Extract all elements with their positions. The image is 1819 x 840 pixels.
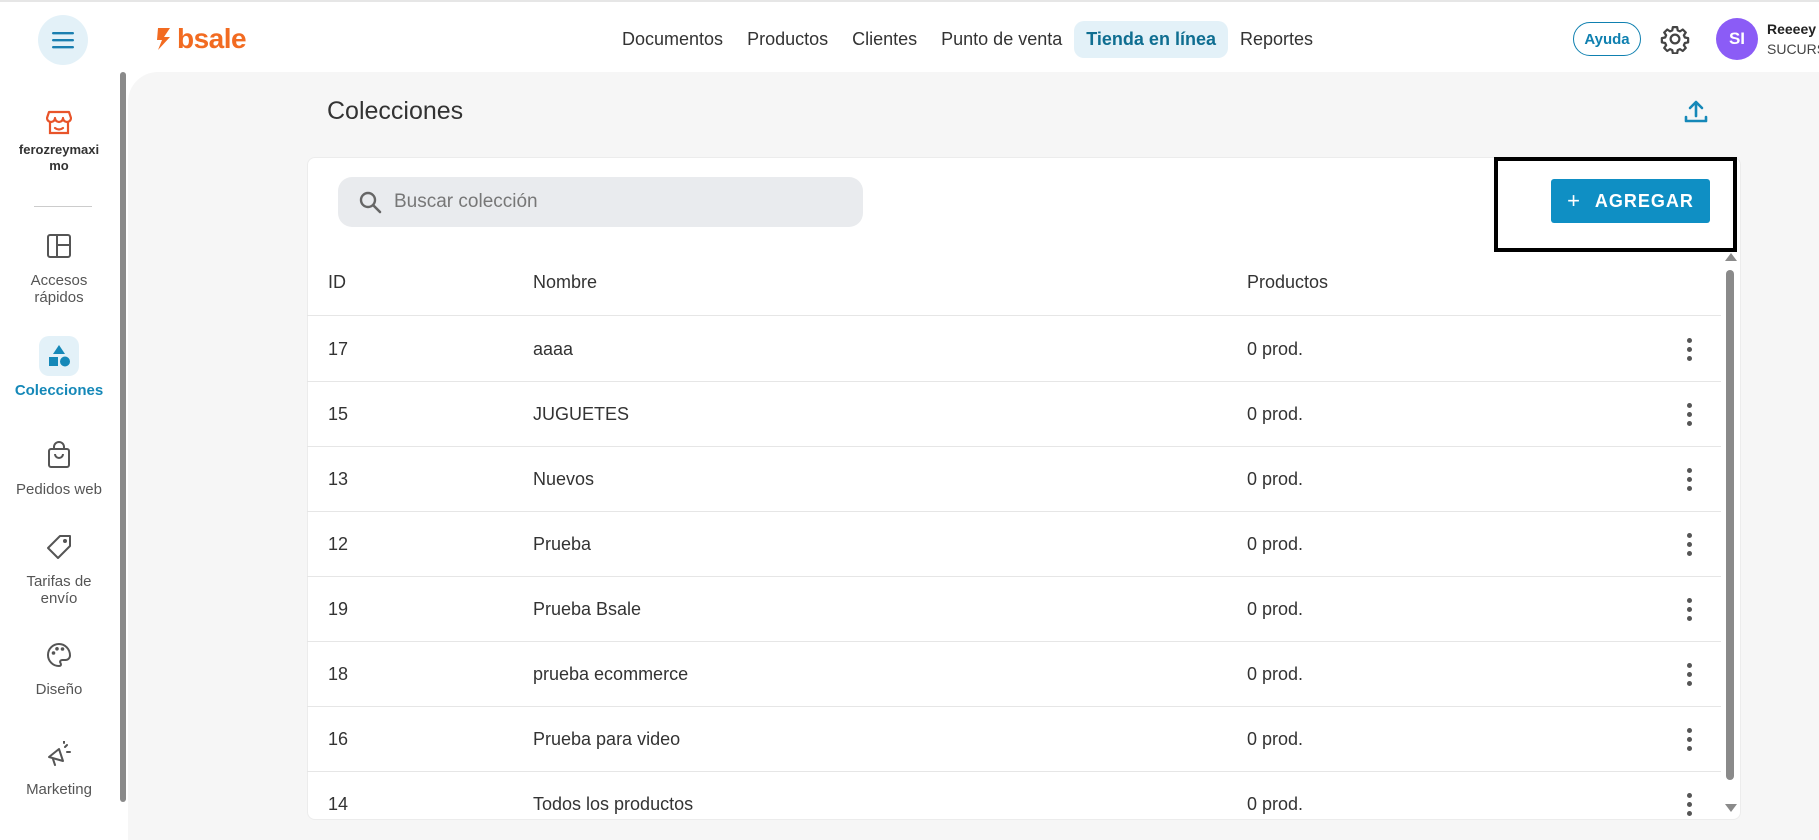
user-branch: SUCURS (1767, 41, 1819, 57)
sidebar-store[interactable]: ferozreymaximo (0, 108, 118, 174)
row-products: 0 prod. (1247, 794, 1304, 814)
sidebar-item-label: Marketing (26, 781, 92, 798)
row-products: 0 prod. (1247, 404, 1304, 424)
sidebar-item-label: Pedidos web (16, 481, 102, 498)
nav-documentos[interactable]: Documentos (610, 21, 735, 58)
bsale-logo-icon (157, 28, 170, 50)
hamburger-menu-button[interactable] (38, 15, 88, 65)
tag-icon (47, 535, 71, 559)
sidebar-item-label: Colecciones (14, 382, 104, 399)
brand-name: bsale (177, 23, 247, 54)
table-scrollbar-thumb[interactable] (1726, 270, 1734, 780)
row-id: 19 (328, 599, 349, 619)
row-products: 0 prod. (1247, 339, 1304, 359)
column-header-name[interactable]: Nombre (533, 272, 597, 293)
search-box[interactable] (338, 177, 863, 227)
add-button[interactable]: + AGREGAR (1551, 179, 1710, 223)
column-header-products[interactable]: Productos (1247, 272, 1328, 293)
table-header: ID Nombre Productos (307, 262, 1721, 316)
table-row[interactable]: 12 Prueba 0 prod. (307, 512, 1721, 577)
add-button-label: AGREGAR (1594, 190, 1694, 211)
shopping-bag-icon (48, 441, 70, 468)
hamburger-icon (52, 32, 74, 49)
sidebar-item-pedidos-web[interactable]: Pedidos web (0, 435, 118, 498)
shapes-icon (49, 345, 70, 367)
sidebar-item-label: Tarifas de envío (26, 573, 92, 607)
search-input[interactable] (394, 191, 834, 213)
sidebar-divider (34, 206, 92, 207)
row-products: 0 prod. (1247, 729, 1304, 749)
row-menu-icon[interactable] (1677, 335, 1701, 363)
row-menu-icon[interactable] (1677, 725, 1701, 753)
row-name: Prueba para video (533, 729, 681, 749)
row-id: 15 (328, 404, 349, 424)
row-products: 0 prod. (1247, 534, 1304, 554)
column-header-id[interactable]: ID (328, 272, 346, 293)
row-menu-icon[interactable] (1677, 660, 1701, 688)
row-id: 13 (328, 469, 349, 489)
search-icon (359, 191, 382, 214)
main-nav: Documentos Productos Clientes Punto de v… (610, 19, 1325, 59)
row-menu-icon[interactable] (1677, 595, 1701, 623)
layout-icon (47, 234, 71, 258)
row-menu-icon[interactable] (1677, 465, 1701, 493)
row-id: 17 (328, 339, 349, 359)
sidebar-item-diseno[interactable]: Diseño (0, 635, 118, 698)
sidebar-item-tarifas-de-envio[interactable]: Tarifas de envío (0, 527, 118, 607)
table-row[interactable]: 17 aaaa 0 prod. (307, 317, 1721, 382)
row-name: JUGUETES (533, 404, 630, 424)
row-name: Nuevos (533, 469, 595, 489)
upload-icon[interactable] (1683, 98, 1709, 124)
row-menu-icon[interactable] (1677, 400, 1701, 428)
bsale-logo[interactable]: bsale (155, 23, 247, 54)
table-row[interactable]: 16 Prueba para video 0 prod. (307, 707, 1721, 772)
row-products: 0 prod. (1247, 664, 1304, 684)
sidebar-item-label: Diseño (35, 681, 83, 698)
megaphone-icon (48, 741, 71, 766)
gear-icon[interactable] (1660, 24, 1690, 54)
row-name: Todos los productos (533, 794, 694, 814)
help-button[interactable]: Ayuda (1573, 22, 1641, 56)
row-menu-icon[interactable] (1677, 530, 1701, 558)
row-name: aaaa (533, 339, 574, 359)
avatar[interactable]: SI (1716, 18, 1758, 60)
row-name: Prueba Bsale (533, 599, 642, 619)
nav-clientes[interactable]: Clientes (840, 21, 929, 58)
table-row[interactable]: 18 prueba ecommerce 0 prod. (307, 642, 1721, 707)
nav-productos[interactable]: Productos (735, 21, 840, 58)
table-row[interactable]: 15 JUGUETES 0 prod. (307, 382, 1721, 447)
sidebar-item-colecciones[interactable]: Colecciones (0, 336, 118, 399)
nav-reportes[interactable]: Reportes (1228, 21, 1325, 58)
row-menu-icon[interactable] (1677, 790, 1701, 818)
sidebar-scrollbar[interactable] (120, 72, 126, 802)
plus-icon: + (1567, 188, 1581, 213)
user-name: Reeeey (1767, 21, 1817, 37)
table-row[interactable]: 19 Prueba Bsale 0 prod. (307, 577, 1721, 642)
palette-icon (47, 642, 72, 668)
row-id: 14 (328, 794, 349, 814)
table-row[interactable]: 14 Todos los productos 0 prod. (307, 772, 1721, 820)
row-products: 0 prod. (1247, 599, 1304, 619)
row-id: 12 (328, 534, 349, 554)
row-products: 0 prod. (1247, 469, 1304, 489)
nav-tienda-en-linea[interactable]: Tienda en línea (1074, 20, 1228, 58)
row-name: Prueba (533, 534, 592, 554)
sidebar-item-accesos-rapidos[interactable]: Accesos rápidos (0, 226, 118, 306)
table-row[interactable]: 13 Nuevos 0 prod. (307, 447, 1721, 512)
row-name: prueba ecommerce (533, 664, 689, 684)
sidebar-item-label: Accesos rápidos (30, 272, 88, 306)
scroll-up-arrow-icon[interactable] (1725, 253, 1737, 261)
row-id: 16 (328, 729, 349, 749)
nav-punto-de-venta[interactable]: Punto de venta (929, 21, 1074, 58)
scroll-down-arrow-icon[interactable] (1725, 804, 1737, 812)
page-title: Colecciones (327, 97, 464, 125)
sidebar-item-marketing[interactable]: Marketing (0, 735, 118, 798)
store-icon (46, 110, 72, 135)
store-name: ferozreymaximo (18, 142, 100, 173)
row-id: 18 (328, 664, 349, 684)
top-bar: bsale Documentos Productos Clientes Punt… (0, 0, 1819, 72)
